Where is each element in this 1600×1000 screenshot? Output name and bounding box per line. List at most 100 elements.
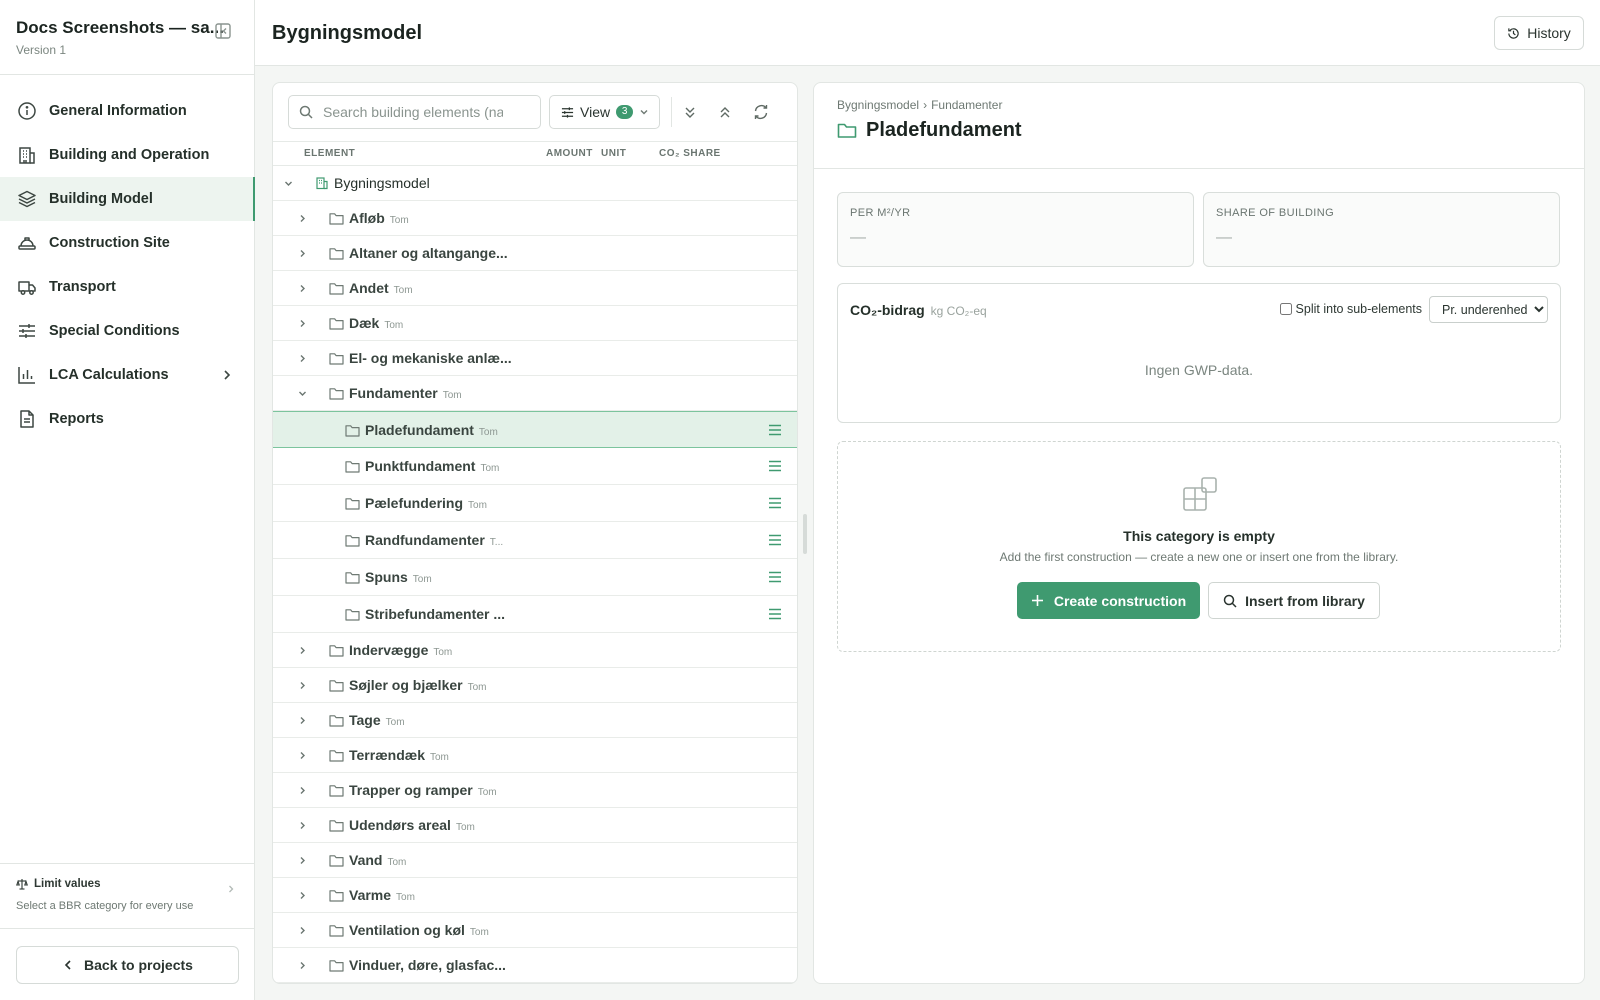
tree-row-label: Pladefundament Tom	[365, 422, 498, 438]
chevron-right-icon[interactable]	[297, 283, 308, 294]
tree-row-terr-nd-k[interactable]: Terrændæk Tom	[273, 738, 797, 773]
search-box[interactable]	[288, 95, 541, 129]
create-construction-button[interactable]: Create construction	[1017, 582, 1200, 619]
status-tag: Tom	[469, 927, 489, 938]
tree-row-vand[interactable]: Vand Tom	[273, 843, 797, 878]
nav-item-label: LCA Calculations	[49, 367, 169, 383]
nav-item-label: Construction Site	[49, 235, 170, 251]
co2-empty-message: Ingen GWP-data.	[1144, 362, 1254, 378]
tree-toolbar: View 3	[273, 83, 797, 142]
chevron-right-icon[interactable]	[297, 248, 308, 259]
status-tag: Tom	[389, 215, 409, 226]
chevron-right-icon[interactable]	[297, 925, 308, 936]
tree-row-vinduer-d-re-glasfac[interactable]: Vinduer, døre, glasfac...	[273, 948, 797, 983]
tree-row-trapper-og-ramper[interactable]: Trapper og ramper Tom	[273, 773, 797, 808]
status-tag: Tom	[477, 787, 497, 798]
tree-row-stribefundamenter[interactable]: Stribefundamenter ...	[273, 596, 797, 633]
panel-resize-handle[interactable]	[803, 514, 807, 554]
view-button[interactable]: View 3	[549, 95, 660, 129]
row-menu-icon[interactable]	[768, 497, 782, 509]
tree-row-spuns[interactable]: Spuns Tom	[273, 559, 797, 596]
limit-values[interactable]: Limit values Select a BBR category for e…	[0, 863, 254, 929]
refresh-icon[interactable]	[752, 103, 770, 121]
tree-row-tage[interactable]: Tage Tom	[273, 703, 797, 738]
row-menu-icon[interactable]	[768, 534, 782, 546]
collapse-all-icon[interactable]	[716, 103, 734, 121]
tree-row-p-lefundering[interactable]: Pælefundering Tom	[273, 485, 797, 522]
breadcrumb-item[interactable]: Fundamenter	[931, 98, 1002, 112]
tree-row-andet[interactable]: Andet Tom	[273, 271, 797, 306]
expand-all-icon[interactable]	[681, 103, 699, 121]
chevron-right-icon[interactable]	[297, 960, 308, 971]
tree-row-d-k[interactable]: Dæk Tom	[273, 306, 797, 341]
chevron-right-icon[interactable]	[297, 715, 308, 726]
nav-item-label: Special Conditions	[49, 323, 180, 339]
search-input[interactable]	[323, 104, 503, 120]
tree-row-label: Søjler og bjælker Tom	[349, 677, 487, 693]
chevron-down-icon[interactable]	[297, 388, 308, 399]
row-menu-icon[interactable]	[768, 460, 782, 472]
tree-row-pladefundament[interactable]: Pladefundament Tom	[273, 411, 797, 448]
split-sub-elements-toggle[interactable]: Split into sub-elements	[1279, 302, 1422, 316]
stat-value: —	[850, 229, 866, 246]
tree-row-altaner-og-altangange[interactable]: Altaner og altangange...	[273, 236, 797, 271]
chevron-right-icon[interactable]	[297, 680, 308, 691]
folder-icon	[345, 498, 360, 510]
tree-row-s-jler-og-bj-lker[interactable]: Søjler og bjælker Tom	[273, 668, 797, 703]
nav-item-transport[interactable]: Transport	[0, 265, 254, 309]
breadcrumb-item[interactable]: Bygningsmodel	[837, 98, 919, 112]
folder-icon	[345, 461, 360, 473]
nav-item-general-information[interactable]: General Information	[0, 89, 254, 133]
tree-row-afl-b[interactable]: Afløb Tom	[273, 201, 797, 236]
row-menu-icon[interactable]	[768, 571, 782, 583]
folder-icon	[329, 283, 344, 295]
nav-item-building-and-operation[interactable]: Building and Operation	[0, 133, 254, 177]
tree-row-randfundamenter[interactable]: Randfundamenter T...	[273, 522, 797, 559]
layers-icon	[18, 190, 36, 208]
chevron-right-icon[interactable]	[297, 353, 308, 364]
tree-row-fundamenter[interactable]: Fundamenter Tom	[273, 376, 797, 411]
chevron-right-icon[interactable]	[297, 785, 308, 796]
tree-row-udend-rs-areal[interactable]: Udendørs areal Tom	[273, 808, 797, 843]
row-menu-icon[interactable]	[768, 608, 782, 620]
column-co2-share: CO₂ SHARE	[659, 148, 721, 159]
nav-item-building-model[interactable]: Building Model	[0, 177, 255, 221]
tree-row-name: Pladefundament	[365, 422, 474, 438]
nav-item-reports[interactable]: Reports	[0, 397, 254, 441]
toolbar-divider	[671, 97, 672, 127]
chevron-right-icon[interactable]	[297, 855, 308, 866]
chevron-right-icon[interactable]	[297, 213, 308, 224]
chevron-down-icon[interactable]	[283, 178, 294, 189]
history-button[interactable]: History	[1494, 16, 1584, 50]
project-header: Docs Screenshots — sa... Version 1	[0, 0, 254, 75]
tree-row-el-og-mekaniske-anl[interactable]: El- og mekaniske anlæ...	[273, 341, 797, 376]
chevron-right-icon[interactable]	[297, 890, 308, 901]
folder-icon	[329, 680, 344, 692]
create-construction-label: Create construction	[1053, 592, 1187, 609]
collapse-sidebar-icon[interactable]	[214, 22, 232, 40]
insert-from-library-button[interactable]: Insert from library	[1208, 582, 1380, 619]
folder-icon	[329, 353, 344, 365]
tree-root-row[interactable]: Bygningsmodel	[273, 166, 797, 201]
split-sub-elements-checkbox[interactable]	[1279, 303, 1292, 315]
empty-title: This category is empty	[1123, 528, 1275, 544]
tree-row-name: Andet	[349, 280, 389, 296]
folder-icon	[345, 609, 360, 621]
tree-row-label: Afløb Tom	[349, 210, 409, 226]
tree-row-varme[interactable]: Varme Tom	[273, 878, 797, 913]
tree-row-inderv-gge[interactable]: Indervægge Tom	[273, 633, 797, 668]
back-to-projects-button[interactable]: Back to projects	[16, 946, 239, 984]
nav-item-lca-calculations[interactable]: LCA Calculations	[0, 353, 254, 397]
row-menu-icon[interactable]	[768, 424, 782, 436]
nav-item-construction-site[interactable]: Construction Site	[0, 221, 254, 265]
stat-label: PER M²/YR	[850, 207, 911, 219]
nav-item-special-conditions[interactable]: Special Conditions	[0, 309, 254, 353]
unit-select[interactable]: Pr. underenhed	[1429, 296, 1548, 323]
chevron-right-icon[interactable]	[297, 645, 308, 656]
chevron-right-icon[interactable]	[297, 820, 308, 831]
tree-row-punktfundament[interactable]: Punktfundament Tom	[273, 448, 797, 485]
chevron-right-icon[interactable]	[297, 318, 308, 329]
chevron-right-icon[interactable]	[297, 750, 308, 761]
tree-row-ventilation-og-k-l[interactable]: Ventilation og køl Tom	[273, 913, 797, 948]
nav-item-label: Reports	[49, 411, 104, 427]
